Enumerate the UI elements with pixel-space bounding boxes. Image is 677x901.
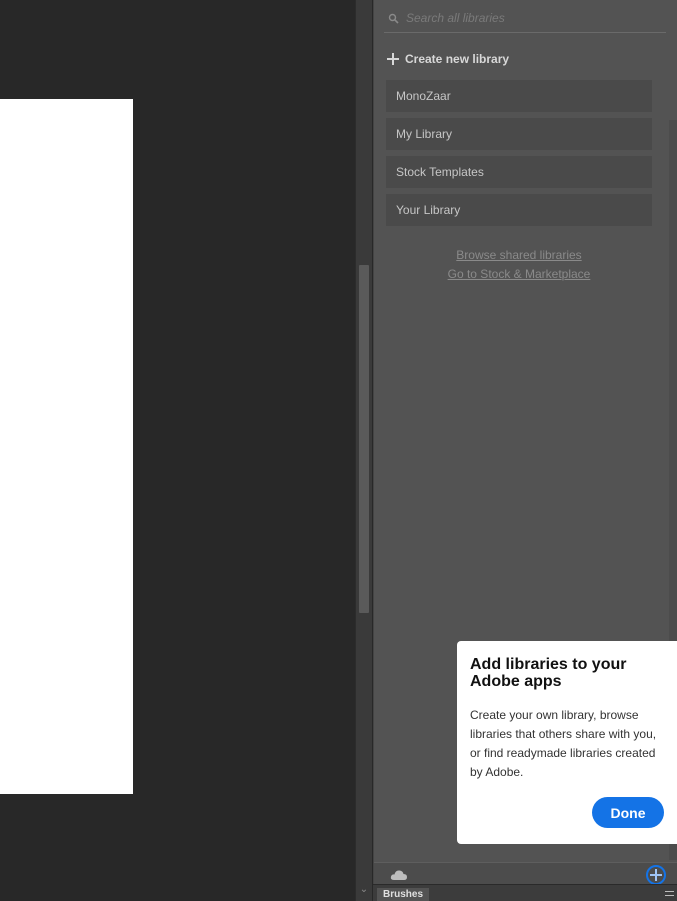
document-canvas[interactable] xyxy=(0,0,355,901)
panel-footer xyxy=(374,862,677,885)
plus-icon xyxy=(387,53,399,65)
create-new-library-label: Create new library xyxy=(405,52,510,66)
canvas-vertical-scrollbar[interactable]: ⌄ xyxy=(355,0,372,901)
library-item-stock-templates[interactable]: Stock Templates xyxy=(386,156,652,188)
scrollbar-thumb[interactable] xyxy=(359,265,369,613)
stock-marketplace-link[interactable]: Go to Stock & Marketplace xyxy=(374,265,664,284)
popover-title: Add libraries to your Adobe apps xyxy=(470,656,627,690)
artboard[interactable] xyxy=(0,99,133,794)
library-item-monozaar[interactable]: MonoZaar xyxy=(386,80,652,112)
coachmark-popover: Add libraries to your Adobe apps Create … xyxy=(457,641,677,844)
tab-brushes[interactable]: Brushes xyxy=(377,888,430,901)
app-window: ⌄ Create new library MonoZaar My Library… xyxy=(0,0,677,901)
browse-shared-libraries-link[interactable]: Browse shared libraries xyxy=(374,246,664,265)
search-icon xyxy=(388,12,400,24)
create-new-library-button[interactable]: Create new library xyxy=(387,50,509,68)
popover-body: Create your own library, browse librarie… xyxy=(470,708,657,779)
search-input[interactable] xyxy=(406,9,656,27)
library-list: MonoZaar My Library Stock Templates Your… xyxy=(386,80,652,232)
add-circle-icon[interactable] xyxy=(646,865,666,885)
library-item-label: MonoZaar xyxy=(396,89,451,103)
bottom-tab-strip: Brushes xyxy=(373,884,677,901)
library-item-label: Your Library xyxy=(396,203,461,217)
hamburger-menu-icon[interactable] xyxy=(665,891,674,896)
chevron-down-icon[interactable]: ⌄ xyxy=(358,885,370,895)
library-item-label: My Library xyxy=(396,127,453,141)
library-item-my-library[interactable]: My Library xyxy=(386,118,652,150)
panel-links: Browse shared libraries Go to Stock & Ma… xyxy=(374,246,664,284)
search-bar xyxy=(384,2,666,33)
library-item-label: Stock Templates xyxy=(396,165,484,179)
done-button[interactable]: Done xyxy=(592,797,664,828)
library-item-your-library[interactable]: Your Library xyxy=(386,194,652,226)
